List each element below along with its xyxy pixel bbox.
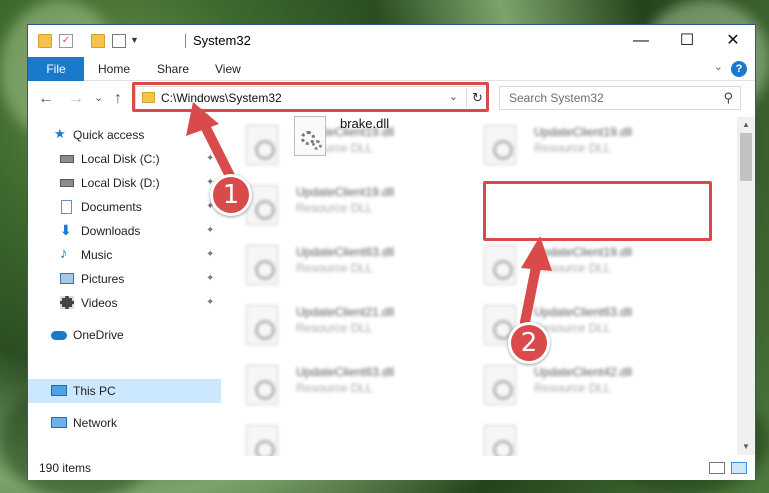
arrow-1 bbox=[186, 102, 237, 185]
arrow-2 bbox=[520, 236, 552, 327]
annotation-arrows bbox=[186, 102, 552, 327]
step-2-badge: 2 bbox=[508, 322, 550, 364]
step-1-badge: 1 bbox=[210, 174, 252, 216]
